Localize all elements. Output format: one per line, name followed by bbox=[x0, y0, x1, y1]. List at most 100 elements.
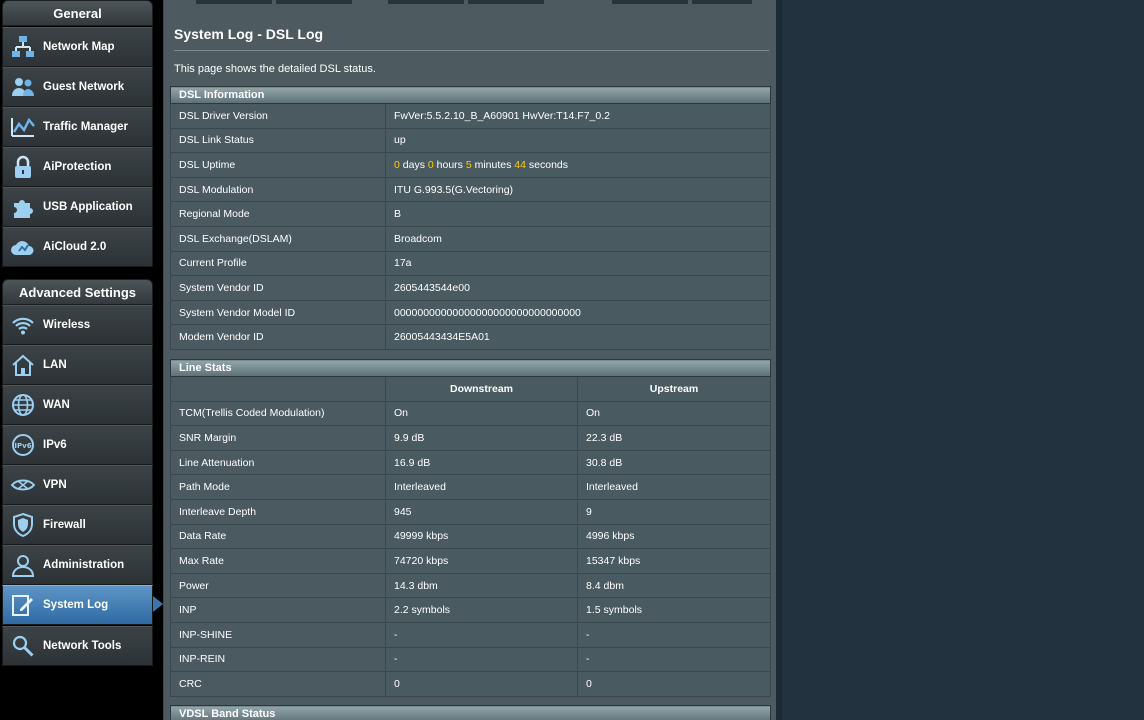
table-row: DSL Modulation ITU G.993.5(G.Vectoring) bbox=[170, 176, 771, 203]
row-label: INP bbox=[170, 597, 386, 623]
upstream-value: 30.8 dB bbox=[577, 449, 771, 476]
row-value: 00000000000000000000000000000000 bbox=[385, 299, 771, 326]
sidebar-item-lan[interactable]: LAN bbox=[2, 345, 153, 385]
downstream-value: Interleaved bbox=[385, 474, 578, 500]
empty-header-cell bbox=[170, 376, 386, 402]
cloud-icon bbox=[3, 228, 43, 266]
table-row: DSL Link Status up bbox=[170, 127, 771, 154]
main-panel: System Log - DSL Log This page shows the… bbox=[163, 0, 776, 720]
table-row: DSL Exchange(DSLAM) Broadcom bbox=[170, 225, 771, 252]
title-divider bbox=[174, 50, 769, 51]
dsl-information-header: DSL Information bbox=[170, 86, 771, 104]
upstream-value: - bbox=[577, 646, 771, 673]
sidebar-item-network-tools[interactable]: Network Tools bbox=[2, 626, 153, 666]
row-value: 17a bbox=[385, 250, 771, 277]
top-tab-bar bbox=[164, 0, 777, 4]
row-label: DSL Driver Version bbox=[170, 103, 386, 129]
table-row: TCM(Trellis Coded Modulation) On On bbox=[170, 400, 771, 427]
network-tools-icon bbox=[3, 627, 43, 665]
general-header: General bbox=[2, 0, 153, 26]
sidebar-item-ipv6[interactable]: IPv6 IPv6 bbox=[2, 425, 153, 465]
top-tab[interactable] bbox=[196, 0, 272, 4]
sidebar-item-aicloud[interactable]: AiCloud 2.0 bbox=[2, 227, 153, 267]
uptime-hours: 0 bbox=[427, 158, 434, 171]
top-tab[interactable] bbox=[692, 0, 752, 4]
sidebar-item-administration[interactable]: Administration bbox=[2, 545, 153, 585]
sidebar-item-label: USB Application bbox=[43, 201, 133, 213]
upstream-value: 0 bbox=[577, 671, 771, 697]
sidebar-item-wireless[interactable]: Wireless bbox=[2, 305, 153, 345]
sidebar-item-wan[interactable]: WAN bbox=[2, 385, 153, 425]
top-tab[interactable] bbox=[388, 0, 464, 4]
sidebar-item-label: VPN bbox=[43, 479, 67, 491]
vdsl-band-status-table: VDSL Band Status bbox=[170, 705, 771, 720]
upstream-value: 4996 kbps bbox=[577, 523, 771, 550]
upstream-value: 22.3 dB bbox=[577, 425, 771, 451]
page-description: This page shows the detailed DSL status. bbox=[174, 63, 376, 75]
table-row: Current Profile 17a bbox=[170, 250, 771, 277]
row-label: Line Attenuation bbox=[170, 449, 386, 476]
uptime-seconds: 44 bbox=[514, 158, 526, 171]
row-value: up bbox=[385, 127, 771, 154]
sidebar-item-firewall[interactable]: Firewall bbox=[2, 505, 153, 545]
row-label: Max Rate bbox=[170, 548, 386, 574]
page-title: System Log - DSL Log bbox=[174, 26, 324, 42]
row-value: B bbox=[385, 201, 771, 227]
sidebar-item-guest-network[interactable]: Guest Network bbox=[2, 67, 153, 107]
puzzle-icon bbox=[3, 188, 43, 226]
line-stats-header: Line Stats bbox=[170, 359, 771, 377]
row-value: ITU G.993.5(G.Vectoring) bbox=[385, 176, 771, 203]
col-upstream: Upstream bbox=[577, 376, 771, 402]
downstream-value: 49999 kbps bbox=[385, 523, 578, 550]
table-row: Regional Mode B bbox=[170, 201, 771, 227]
sidebar-item-aiprotection[interactable]: AiProtection bbox=[2, 147, 153, 187]
table-row: Data Rate 49999 kbps 4996 kbps bbox=[170, 523, 771, 550]
table-row: DSL Driver Version FwVer:5.5.2.10_B_A609… bbox=[170, 103, 771, 129]
upstream-value: Interleaved bbox=[577, 474, 771, 500]
sidebar-item-label: IPv6 bbox=[43, 439, 67, 451]
row-value: Broadcom bbox=[385, 225, 771, 252]
top-tab[interactable] bbox=[468, 0, 544, 4]
table-row: INP 2.2 symbols 1.5 symbols bbox=[170, 597, 771, 623]
sidebar-item-traffic-manager[interactable]: Traffic Manager bbox=[2, 107, 153, 147]
downstream-value: 2.2 symbols bbox=[385, 597, 578, 623]
top-tab[interactable] bbox=[612, 0, 688, 4]
row-label: INP-REIN bbox=[170, 646, 386, 673]
uptime-days: 0 bbox=[394, 158, 400, 171]
sidebar-item-label: Traffic Manager bbox=[43, 121, 128, 133]
upstream-value: - bbox=[577, 621, 771, 648]
sidebar-item-label: WAN bbox=[43, 399, 70, 411]
ipv6-icon: IPv6 bbox=[3, 426, 43, 464]
row-value: 26005443434E5A01 bbox=[385, 324, 771, 350]
line-stats-table: Line Stats Downstream Upstream TCM(Trell… bbox=[170, 359, 771, 697]
sidebar-item-label: Network Map bbox=[43, 41, 115, 53]
sidebar-item-network-map[interactable]: Network Map bbox=[2, 27, 153, 67]
table-row: Modem Vendor ID 26005443434E5A01 bbox=[170, 324, 771, 350]
lock-icon bbox=[3, 148, 43, 186]
wifi-icon bbox=[3, 306, 43, 344]
svg-text:IPv6: IPv6 bbox=[14, 442, 31, 450]
upstream-value: 8.4 dbm bbox=[577, 572, 771, 599]
uptime-hours-label: hours bbox=[436, 158, 463, 171]
sidebar-item-label: Firewall bbox=[43, 519, 86, 531]
advanced-settings-header: Advanced Settings bbox=[2, 279, 153, 305]
row-label: DSL Exchange(DSLAM) bbox=[170, 225, 386, 252]
upstream-value: 1.5 symbols bbox=[577, 597, 771, 623]
dsl-uptime-value: 0 days 0 hours 5 minutes 44 seconds bbox=[385, 152, 771, 178]
uptime-minutes: 5 bbox=[465, 158, 472, 171]
sidebar-item-usb-application[interactable]: USB Application bbox=[2, 187, 153, 227]
row-label: System Vendor Model ID bbox=[170, 299, 386, 326]
sidebar-item-vpn[interactable]: VPN bbox=[2, 465, 153, 505]
sidebar-item-system-log[interactable]: System Log bbox=[2, 585, 153, 625]
guest-network-icon bbox=[3, 68, 43, 106]
downstream-value: 945 bbox=[385, 498, 578, 525]
sidebar-item-label: LAN bbox=[43, 359, 67, 371]
table-row: System Vendor ID 2605443544e00 bbox=[170, 275, 771, 301]
top-tab[interactable] bbox=[276, 0, 352, 4]
sidebar-item-label: Wireless bbox=[43, 319, 91, 331]
row-label: DSL Uptime bbox=[170, 152, 386, 178]
downstream-value: 9.9 dB bbox=[385, 425, 578, 451]
row-label: Interleave Depth bbox=[170, 498, 386, 525]
sidebar-item-label: System Log bbox=[43, 599, 109, 611]
traffic-manager-icon bbox=[3, 108, 43, 146]
